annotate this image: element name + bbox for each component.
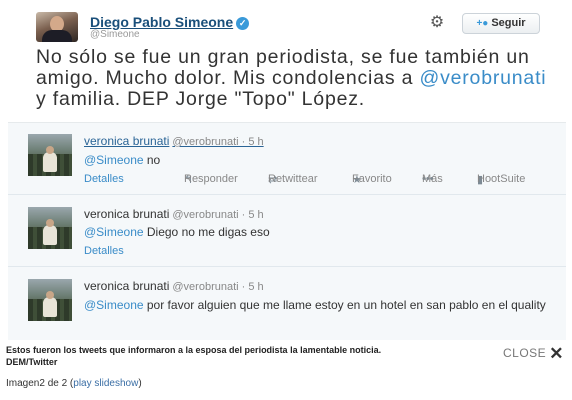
reply-author-name[interactable]: veronica brunati @verobrunati · 5 h: [84, 207, 264, 221]
hootsuite-label: HootSuite: [477, 173, 526, 185]
reply-actions: Detalles: [84, 245, 554, 259]
avatar[interactable]: [28, 134, 72, 176]
retweet-label: Retwittear: [268, 173, 318, 185]
reply-text: @Simeone Diego no me digas eso: [84, 224, 554, 240]
reply-body: no: [143, 153, 161, 167]
author-handle[interactable]: @Simeone: [90, 29, 140, 40]
avatar-head: [46, 291, 54, 299]
play-slideshow-link[interactable]: play slideshow: [73, 378, 138, 389]
avatar-figure: [43, 297, 57, 317]
counter-suffix: ): [138, 378, 142, 389]
reply-mention-link[interactable]: @Simeone: [84, 298, 144, 312]
close-label: CLOSE: [503, 346, 547, 360]
avatar-suit: [42, 30, 72, 42]
reply-author-name[interactable]: veronica brunati @verobrunati · 5 h: [84, 279, 264, 293]
author-name-text: Diego Pablo Simeone: [90, 14, 234, 30]
reply-author-handle[interactable]: @verobrunati · 5 h: [172, 209, 263, 221]
reply-author-name-text: veronica brunati: [84, 134, 170, 148]
close-icon: ✕: [549, 344, 564, 363]
avatar[interactable]: [28, 207, 72, 249]
more-label: Más: [422, 173, 443, 185]
tweet-text-after: y familia. DEP Jorge "Topo" López.: [36, 88, 366, 110]
replies-panel: veronica brunati @verobrunati · 5 h @Sime…: [8, 122, 566, 340]
user-plus-icon: +●: [476, 18, 489, 29]
image-caption: Estos fueron los tweets que informaron a…: [6, 345, 382, 367]
reply-author-name-text: veronica brunati: [84, 279, 170, 293]
close-button[interactable]: CLOSE ✕: [503, 344, 564, 364]
avatar-figure: [43, 152, 57, 172]
follow-label: Seguir: [491, 17, 526, 29]
reply-text: @Simeone no: [84, 152, 554, 168]
reply-author-name[interactable]: veronica brunati @verobrunati · 5 h: [84, 134, 264, 148]
counter-prefix: Imagen2 de 2 (: [6, 378, 74, 389]
tweet-mention-link[interactable]: @verobrunati: [419, 67, 546, 89]
details-link[interactable]: Detalles: [84, 173, 124, 185]
author-name[interactable]: Diego Pablo Simeone ✓: [90, 14, 250, 30]
gear-icon[interactable]: ⚙: [426, 12, 448, 34]
reply-text: @Simeone por favor alguien que me llame …: [84, 297, 554, 313]
follow-button[interactable]: +● Seguir: [462, 13, 540, 34]
avatar-head: [46, 146, 54, 154]
reply-actions: Detalles ↰ Responder ⇄ Retwittear ★ Favorit…: [84, 173, 554, 187]
reply-author-handle[interactable]: @verobrunati · 5 h: [172, 136, 263, 148]
verified-icon: ✓: [236, 17, 250, 30]
avatar[interactable]: [36, 12, 78, 42]
tweet-text: No sólo se fue un gran periodista, se fu…: [36, 47, 556, 110]
reply-author-handle[interactable]: @verobrunati · 5 h: [172, 281, 263, 293]
details-link[interactable]: Detalles: [84, 245, 124, 257]
reply-mention-link[interactable]: @Simeone: [84, 225, 144, 239]
reply-item: veronica brunati @verobrunati · 5 h @Sime…: [8, 195, 566, 267]
image-counter: Imagen2 de 2 (play slideshow): [6, 378, 142, 389]
avatar-head: [46, 219, 54, 227]
reply-body: Diego no me digas eso: [143, 225, 270, 239]
avatar-figure: [43, 225, 57, 245]
avatar[interactable]: [28, 279, 72, 321]
reply-author-name-text: veronica brunati: [84, 207, 170, 221]
favorite-label: Favorito: [352, 173, 392, 185]
reply-label: Responder: [184, 173, 238, 185]
reply-item: veronica brunati @verobrunati · 5 h @Sime…: [8, 267, 566, 340]
reply-item: veronica brunati @verobrunati · 5 h @Sime…: [8, 123, 566, 195]
reply-mention-link[interactable]: @Simeone: [84, 153, 144, 167]
main-tweet: Diego Pablo Simeone ✓ @Simeone ⚙ +● Seguir…: [0, 0, 572, 122]
caption-bar: Estos fueron los tweets que informaron a…: [0, 340, 572, 400]
reply-body: por favor alguien que me llame estoy en …: [143, 298, 546, 312]
